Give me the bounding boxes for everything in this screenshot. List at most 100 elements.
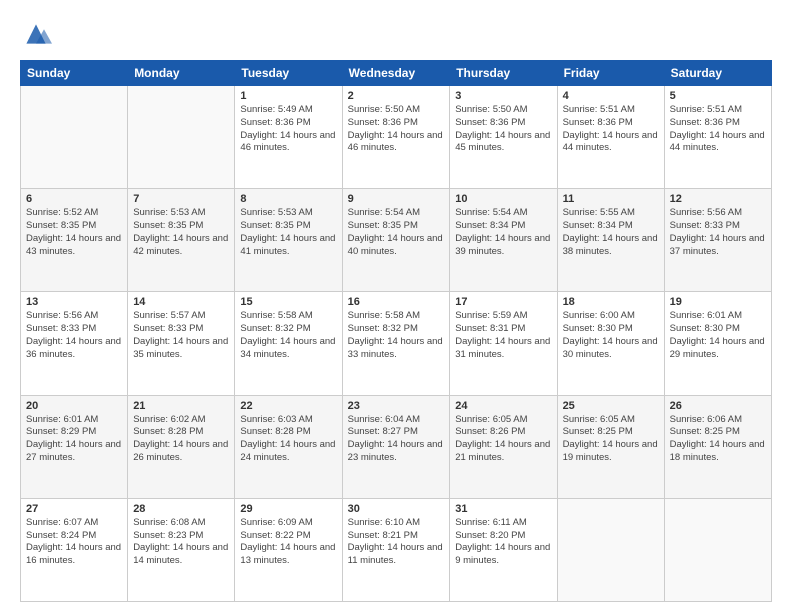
- calendar-week-row: 1 Sunrise: 5:49 AMSunset: 8:36 PMDaylight…: [21, 86, 772, 189]
- calendar-cell: 13Sunrise: 5:56 AMSunset: 8:33 PMDayligh…: [21, 292, 128, 395]
- day-header-saturday: Saturday: [664, 61, 771, 86]
- calendar-cell: 21 Sunrise: 6:02 AMSunset: 8:28 PMDayligh…: [128, 395, 235, 498]
- day-number: 11: [563, 193, 659, 205]
- day-number: 8: [240, 193, 336, 205]
- day-info: Sunrise: 5:59 AMSunset: 8:31 PMDaylight:…: [455, 310, 551, 361]
- day-info: Sunrise: 6:04 AMSunset: 8:27 PMDaylight:…: [348, 414, 445, 465]
- day-number: 22: [240, 400, 336, 412]
- calendar-cell: [128, 86, 235, 189]
- calendar-cell: 12 Sunrise: 5:56 AMSunset: 8:33 PMDayligh…: [664, 189, 771, 292]
- day-number: 19: [670, 296, 766, 308]
- day-number: 16: [348, 296, 445, 308]
- day-info: Sunrise: 5:53 AMSunset: 8:35 PMDaylight:…: [133, 207, 229, 258]
- calendar-cell: 16 Sunrise: 5:58 AMSunset: 8:32 PMDayligh…: [342, 292, 450, 395]
- day-number: 26: [670, 400, 766, 412]
- day-info: Sunrise: 5:54 AMSunset: 8:35 PMDaylight:…: [348, 207, 445, 258]
- day-header-monday: Monday: [128, 61, 235, 86]
- logo: [20, 18, 54, 50]
- day-info: Sunrise: 5:50 AMSunset: 8:36 PMDaylight:…: [455, 104, 551, 155]
- day-header-thursday: Thursday: [450, 61, 557, 86]
- calendar-cell: [664, 498, 771, 601]
- day-info: Sunrise: 6:05 AMSunset: 8:26 PMDaylight:…: [455, 414, 551, 465]
- day-number: 28: [133, 503, 229, 515]
- calendar-cell: 17 Sunrise: 5:59 AMSunset: 8:31 PMDayligh…: [450, 292, 557, 395]
- page: SundayMondayTuesdayWednesdayThursdayFrid…: [0, 0, 792, 612]
- header: [20, 18, 772, 50]
- calendar-cell: 20 Sunrise: 6:01 AMSunset: 8:29 PMDayligh…: [21, 395, 128, 498]
- day-number: 24: [455, 400, 551, 412]
- day-number: 6: [26, 193, 122, 205]
- day-info: Sunrise: 5:56 AMSunset: 8:33 PMDaylight:…: [670, 207, 766, 258]
- day-number: 15: [240, 296, 336, 308]
- day-number: 30: [348, 503, 445, 515]
- calendar-cell: 4Sunrise: 5:51 AMSunset: 8:36 PMDaylight…: [557, 86, 664, 189]
- calendar-cell: 5 Sunrise: 5:51 AMSunset: 8:36 PMDaylight…: [664, 86, 771, 189]
- calendar-cell: 15 Sunrise: 5:58 AMSunset: 8:32 PMDayligh…: [235, 292, 342, 395]
- day-info: Sunrise: 6:05 AMSunset: 8:25 PMDaylight:…: [563, 414, 659, 465]
- calendar-cell: 23 Sunrise: 6:04 AMSunset: 8:27 PMDayligh…: [342, 395, 450, 498]
- calendar: SundayMondayTuesdayWednesdayThursdayFrid…: [20, 60, 772, 602]
- day-info: Sunrise: 5:49 AMSunset: 8:36 PMDaylight:…: [240, 104, 336, 155]
- day-info: Sunrise: 5:50 AMSunset: 8:36 PMDaylight:…: [348, 104, 445, 155]
- day-info: Sunrise: 5:57 AMSunset: 8:33 PMDaylight:…: [133, 310, 229, 361]
- day-number: 25: [563, 400, 659, 412]
- day-number: 12: [670, 193, 766, 205]
- day-number: 4: [563, 90, 659, 102]
- day-number: 2: [348, 90, 445, 102]
- day-number: 14: [133, 296, 229, 308]
- calendar-cell: 9 Sunrise: 5:54 AMSunset: 8:35 PMDaylight…: [342, 189, 450, 292]
- day-info: Sunrise: 6:06 AMSunset: 8:25 PMDaylight:…: [670, 414, 766, 465]
- day-number: 23: [348, 400, 445, 412]
- day-info: Sunrise: 6:02 AMSunset: 8:28 PMDaylight:…: [133, 414, 229, 465]
- day-info: Sunrise: 6:07 AMSunset: 8:24 PMDaylight:…: [26, 517, 122, 568]
- calendar-cell: 22 Sunrise: 6:03 AMSunset: 8:28 PMDayligh…: [235, 395, 342, 498]
- calendar-cell: [21, 86, 128, 189]
- calendar-cell: 3 Sunrise: 5:50 AMSunset: 8:36 PMDaylight…: [450, 86, 557, 189]
- day-info: Sunrise: 5:51 AMSunset: 8:36 PMDaylight:…: [670, 104, 766, 155]
- calendar-cell: 6 Sunrise: 5:52 AMSunset: 8:35 PMDaylight…: [21, 189, 128, 292]
- day-number: 3: [455, 90, 551, 102]
- calendar-cell: 31Sunrise: 6:11 AMSunset: 8:20 PMDayligh…: [450, 498, 557, 601]
- day-number: 9: [348, 193, 445, 205]
- day-number: 10: [455, 193, 551, 205]
- day-number: 17: [455, 296, 551, 308]
- day-info: Sunrise: 5:55 AMSunset: 8:34 PMDaylight:…: [563, 207, 659, 258]
- day-number: 21: [133, 400, 229, 412]
- calendar-week-row: 27 Sunrise: 6:07 AMSunset: 8:24 PMDayligh…: [21, 498, 772, 601]
- day-info: Sunrise: 6:10 AMSunset: 8:21 PMDaylight:…: [348, 517, 445, 568]
- day-number: 27: [26, 503, 122, 515]
- day-number: 1: [240, 90, 336, 102]
- calendar-header-row: SundayMondayTuesdayWednesdayThursdayFrid…: [21, 61, 772, 86]
- day-info: Sunrise: 5:53 AMSunset: 8:35 PMDaylight:…: [240, 207, 336, 258]
- day-info: Sunrise: 5:58 AMSunset: 8:32 PMDaylight:…: [240, 310, 336, 361]
- day-info: Sunrise: 6:01 AMSunset: 8:30 PMDaylight:…: [670, 310, 766, 361]
- calendar-week-row: 13Sunrise: 5:56 AMSunset: 8:33 PMDayligh…: [21, 292, 772, 395]
- calendar-cell: 29Sunrise: 6:09 AMSunset: 8:22 PMDayligh…: [235, 498, 342, 601]
- calendar-cell: 10Sunrise: 5:54 AMSunset: 8:34 PMDayligh…: [450, 189, 557, 292]
- calendar-cell: 1 Sunrise: 5:49 AMSunset: 8:36 PMDaylight…: [235, 86, 342, 189]
- calendar-cell: [557, 498, 664, 601]
- calendar-cell: 19 Sunrise: 6:01 AMSunset: 8:30 PMDayligh…: [664, 292, 771, 395]
- day-info: Sunrise: 6:09 AMSunset: 8:22 PMDaylight:…: [240, 517, 336, 568]
- day-header-friday: Friday: [557, 61, 664, 86]
- day-header-tuesday: Tuesday: [235, 61, 342, 86]
- logo-icon: [20, 18, 52, 50]
- calendar-cell: 26 Sunrise: 6:06 AMSunset: 8:25 PMDayligh…: [664, 395, 771, 498]
- calendar-cell: 8 Sunrise: 5:53 AMSunset: 8:35 PMDaylight…: [235, 189, 342, 292]
- calendar-cell: 27 Sunrise: 6:07 AMSunset: 8:24 PMDayligh…: [21, 498, 128, 601]
- day-info: Sunrise: 6:01 AMSunset: 8:29 PMDaylight:…: [26, 414, 122, 465]
- day-header-sunday: Sunday: [21, 61, 128, 86]
- calendar-week-row: 6 Sunrise: 5:52 AMSunset: 8:35 PMDaylight…: [21, 189, 772, 292]
- day-number: 20: [26, 400, 122, 412]
- day-number: 18: [563, 296, 659, 308]
- calendar-cell: 7Sunrise: 5:53 AMSunset: 8:35 PMDaylight…: [128, 189, 235, 292]
- day-number: 5: [670, 90, 766, 102]
- day-info: Sunrise: 6:11 AMSunset: 8:20 PMDaylight:…: [455, 517, 551, 568]
- calendar-cell: 2 Sunrise: 5:50 AMSunset: 8:36 PMDaylight…: [342, 86, 450, 189]
- day-info: Sunrise: 5:52 AMSunset: 8:35 PMDaylight:…: [26, 207, 122, 258]
- day-info: Sunrise: 5:58 AMSunset: 8:32 PMDaylight:…: [348, 310, 445, 361]
- day-info: Sunrise: 6:00 AMSunset: 8:30 PMDaylight:…: [563, 310, 659, 361]
- day-info: Sunrise: 6:03 AMSunset: 8:28 PMDaylight:…: [240, 414, 336, 465]
- day-info: Sunrise: 6:08 AMSunset: 8:23 PMDaylight:…: [133, 517, 229, 568]
- calendar-cell: 14 Sunrise: 5:57 AMSunset: 8:33 PMDayligh…: [128, 292, 235, 395]
